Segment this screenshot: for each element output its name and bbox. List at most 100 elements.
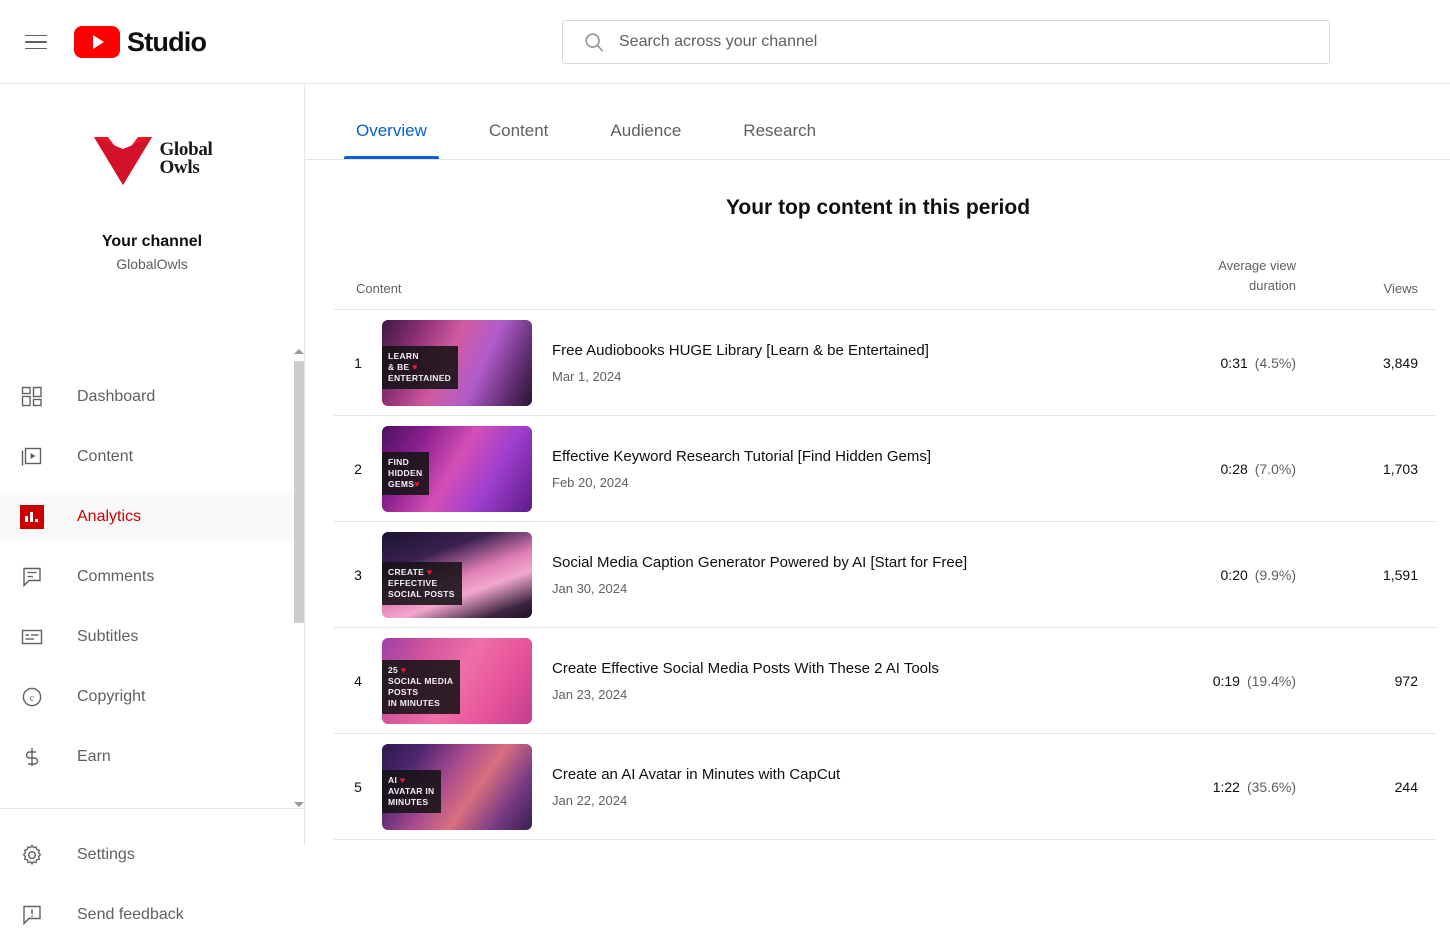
heart-icon: ♥ — [412, 361, 418, 372]
tab-content[interactable]: Content — [477, 121, 561, 159]
thumbnail-caption: Create ♥ Effective Social Posts — [382, 561, 462, 605]
search-input[interactable] — [619, 21, 1313, 63]
sidebar-item-earn[interactable]: Earn — [0, 733, 304, 781]
video-title[interactable]: Create Effective Social Media Posts With… — [552, 659, 1118, 679]
avg-view-duration-value: 1:22 — [1212, 778, 1240, 795]
video-publish-date: Jan 30, 2024 — [552, 581, 628, 596]
video-title[interactable]: Effective Keyword Research Tutorial [Fin… — [552, 447, 1118, 467]
thumbnail-caption-after: Social Media Posts in Minutes — [388, 675, 454, 708]
subtitles-icon — [15, 625, 48, 649]
sidebar-item-comments[interactable]: Comments — [0, 553, 304, 601]
table-row[interactable]: 1 Learn & Be ♥ Entertained Free Audiobooks… — [334, 310, 1436, 416]
sidebar-item-label: Content — [77, 448, 134, 465]
sidebar-item-send-feedback[interactable]: Send feedback — [0, 891, 304, 939]
sidebar-item-content[interactable]: Content — [0, 433, 304, 481]
cell-avg-view-duration: 0:28 (7.0%) — [1118, 461, 1296, 477]
cell-views: 3,849 — [1382, 354, 1418, 371]
video-meta: Effective Keyword Research Tutorial [Fin… — [532, 447, 1118, 490]
cell-avg-view-duration: 0:31 (4.5%) — [1118, 355, 1296, 371]
page-title: Your top content in this period — [725, 196, 1031, 219]
table-row[interactable]: 4 25 ♥ Social Media Posts in Minutes Creat… — [334, 628, 1436, 734]
hamburger-icon[interactable] — [16, 22, 56, 62]
search-bar[interactable] — [562, 20, 1330, 64]
cell-avg-view-duration: 0:20 (9.9%) — [1118, 567, 1296, 583]
sidebar-item-subtitles[interactable]: Subtitles — [0, 613, 304, 661]
scrollbar-thumb[interactable] — [294, 361, 304, 623]
video-publish-date: Jan 23, 2024 — [552, 687, 628, 702]
row-rank: 1 — [354, 354, 362, 371]
table-row[interactable]: 3 Create ♥ Effective Social Posts Social M… — [334, 522, 1436, 628]
video-meta: Create Effective Social Media Posts With… — [532, 659, 1118, 702]
sidebar-item-dashboard[interactable]: Dashboard — [0, 373, 304, 421]
cell-views: 972 — [1394, 672, 1418, 689]
video-title[interactable]: Social Media Caption Generator Powered b… — [552, 553, 1118, 573]
top-bar: Studio — [0, 0, 1450, 84]
sidebar-item-label: Dashboard — [77, 388, 156, 405]
sidebar-item-label: Comments — [77, 568, 155, 585]
sidebar-item-settings[interactable]: Settings — [0, 831, 304, 879]
table-row[interactable]: 5 AI ♥ Avatar in Minutes Create an AI Avat… — [334, 734, 1436, 840]
heart-icon: ♥ — [399, 774, 406, 785]
brand-label: Studio — [127, 26, 207, 57]
heart-icon: ♥ — [400, 664, 407, 675]
video-publish-date: Feb 20, 2024 — [552, 475, 629, 490]
earn-dollar-icon — [15, 745, 48, 769]
thumbnail-caption: Find Hidden Gems♥ — [382, 451, 430, 495]
table-row[interactable]: 2 Find Hidden Gems♥ Effective Keyword Rese… — [334, 416, 1436, 522]
column-header-avd-line1: Average view — [1218, 258, 1296, 273]
avg-view-duration-value: 0:31 — [1220, 354, 1248, 371]
cell-avg-view-duration: 0:19 (19.4%) — [1118, 673, 1296, 689]
tab-audience[interactable]: Audience — [598, 121, 693, 159]
avg-view-duration-value: 0:20 — [1220, 566, 1248, 583]
heart-icon: ♥ — [414, 478, 420, 489]
scroll-down-arrow-icon[interactable] — [294, 800, 304, 808]
video-meta: Social Media Caption Generator Powered b… — [532, 553, 1118, 596]
top-content-table: Content Average view duration Views 1 Lea… — [334, 256, 1436, 840]
thumbnail-caption-before: AI — [388, 774, 400, 785]
thumbnail-caption-before: Create — [388, 566, 427, 577]
row-rank: 4 — [354, 672, 362, 689]
video-meta: Create an AI Avatar in Minutes with CapC… — [532, 765, 1118, 808]
video-title[interactable]: Create an AI Avatar in Minutes with CapC… — [552, 765, 1118, 785]
row-rank: 3 — [354, 566, 362, 583]
feedback-icon — [15, 903, 48, 927]
sidebar-bottom-nav: Settings Send feedback — [0, 809, 304, 939]
dashboard-grid-icon — [15, 385, 48, 409]
thumbnail-caption: AI ♥ Avatar in Minutes — [382, 769, 442, 813]
youtube-play-icon — [74, 26, 120, 58]
video-thumbnail[interactable]: 25 ♥ Social Media Posts in Minutes — [382, 637, 532, 724]
avg-view-duration-value: 0:28 — [1220, 460, 1248, 477]
sidebar: Global Owls Your channel GlobalOwls Dash… — [0, 85, 305, 926]
column-header-avg-view-duration: Average view duration — [1118, 256, 1296, 296]
row-rank: 5 — [354, 778, 362, 795]
thumbnail-caption-after: Effective Social Posts — [388, 577, 455, 599]
gear-icon — [15, 843, 48, 867]
video-title[interactable]: Free Audiobooks HUGE Library [Learn & be… — [552, 341, 1118, 361]
sidebar-item-analytics[interactable]: Analytics — [0, 493, 304, 541]
sidebar-item-label: Send feedback — [77, 906, 184, 923]
video-thumbnail[interactable]: Learn & Be ♥ Entertained — [382, 319, 532, 406]
copyright-icon: c — [15, 685, 48, 709]
column-header-content: Content — [356, 281, 402, 296]
video-thumbnail[interactable]: Create ♥ Effective Social Posts — [382, 531, 532, 618]
studio-brand[interactable]: Studio — [74, 22, 207, 62]
sidebar-item-copyright[interactable]: c Copyright — [0, 673, 304, 721]
scroll-up-arrow-icon[interactable] — [294, 347, 304, 355]
cell-views: 244 — [1394, 778, 1418, 795]
cell-avg-view-duration: 1:22 (35.6%) — [1118, 779, 1296, 795]
cell-views: 1,591 — [1382, 566, 1418, 583]
avg-view-percentage: (9.9%) — [1254, 566, 1296, 583]
tab-overview[interactable]: Overview — [344, 121, 439, 159]
thumbnail-caption: 25 ♥ Social Media Posts in Minutes — [382, 659, 461, 714]
tab-research[interactable]: Research — [731, 121, 828, 159]
video-thumbnail[interactable]: Find Hidden Gems♥ — [382, 425, 532, 512]
video-publish-date: Mar 1, 2024 — [552, 369, 622, 384]
analytics-tabs: Overview Content Audience Research — [306, 85, 1450, 160]
sidebar-scrollbar[interactable] — [293, 345, 305, 809]
logo-word-line2: Owls — [159, 157, 200, 178]
channel-name: GlobalOwls — [116, 256, 188, 272]
channel-block: Global Owls Your channel GlobalOwls — [0, 85, 304, 272]
heart-chevron-icon — [94, 137, 153, 185]
video-thumbnail[interactable]: AI ♥ Avatar in Minutes — [382, 743, 532, 830]
cell-views: 1,703 — [1382, 460, 1418, 477]
